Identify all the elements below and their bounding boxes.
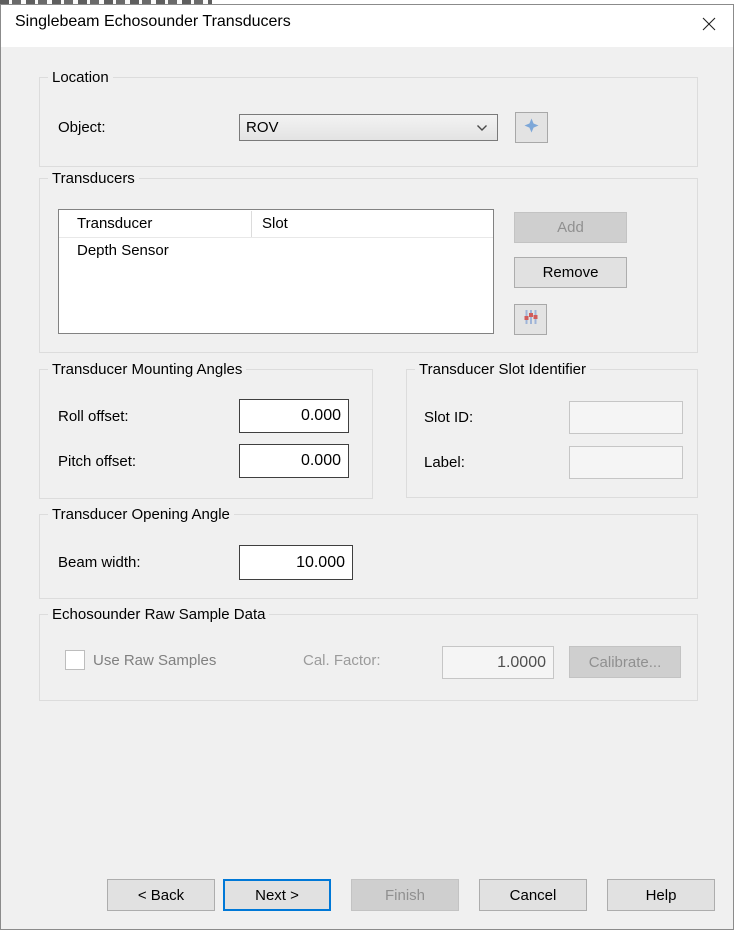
raw-sample-legend: Echosounder Raw Sample Data <box>48 606 270 623</box>
back-button[interactable]: < Back <box>107 879 215 911</box>
roll-offset-input[interactable] <box>239 399 349 433</box>
calibrate-button: Calibrate... <box>569 646 681 678</box>
beam-width-input[interactable] <box>239 545 353 580</box>
help-button[interactable]: Help <box>607 879 715 911</box>
opening-angle-legend: Transducer Opening Angle <box>48 506 234 523</box>
mounting-angles-group: Transducer Mounting Angles <box>39 361 373 499</box>
row-transducer-cell: Depth Sensor <box>77 241 169 259</box>
list-row-depth-sensor[interactable]: Depth Sensor <box>59 239 491 261</box>
location-legend: Location <box>48 69 113 86</box>
header-underline <box>59 237 493 238</box>
window-title: Singlebeam Echosounder Transducers <box>15 13 291 30</box>
pitch-offset-label: Pitch offset: <box>58 452 137 470</box>
pitch-offset-input[interactable] <box>239 444 349 478</box>
column-divider <box>251 211 252 237</box>
title-bar: Singlebeam Echosounder Transducers <box>1 5 733 47</box>
remove-button[interactable]: Remove <box>514 257 627 288</box>
transducers-list[interactable]: Transducer Slot Depth Sensor <box>58 209 494 334</box>
cancel-button[interactable]: Cancel <box>479 879 587 911</box>
add-button: Add <box>514 212 627 243</box>
beam-width-label: Beam width: <box>58 554 141 571</box>
roll-offset-label: Roll offset: <box>58 407 129 425</box>
object-select[interactable]: ROV <box>239 114 498 141</box>
cal-factor-input <box>442 646 554 679</box>
sliders-icon <box>522 308 540 331</box>
use-raw-samples-checkbox <box>65 650 85 670</box>
close-icon <box>701 16 717 37</box>
add-object-button[interactable] <box>515 112 548 143</box>
column-header-slot[interactable]: Slot <box>262 215 288 232</box>
slot-identifier-legend: Transducer Slot Identifier <box>415 361 591 378</box>
slot-id-input <box>569 401 683 434</box>
transducer-settings-button[interactable] <box>514 304 547 335</box>
singlebeam-echosounder-transducers-dialog: Singlebeam Echosounder Transducers Locat… <box>0 4 734 930</box>
transducers-legend: Transducers <box>48 170 139 187</box>
chevron-down-icon <box>476 124 488 132</box>
plus-icon <box>524 117 539 138</box>
close-button[interactable] <box>695 12 723 40</box>
label-label: Label: <box>424 454 465 471</box>
column-header-transducer[interactable]: Transducer <box>77 215 152 232</box>
object-label: Object: <box>58 119 106 136</box>
mounting-angles-legend: Transducer Mounting Angles <box>48 361 247 378</box>
use-raw-samples-label: Use Raw Samples <box>93 651 217 669</box>
finish-button: Finish <box>351 879 459 911</box>
cal-factor-label: Cal. Factor: <box>303 651 381 669</box>
slot-id-label: Slot ID: <box>424 409 474 426</box>
object-selected-value: ROV <box>246 119 279 136</box>
next-button[interactable]: Next > <box>223 879 331 911</box>
label-input <box>569 446 683 479</box>
